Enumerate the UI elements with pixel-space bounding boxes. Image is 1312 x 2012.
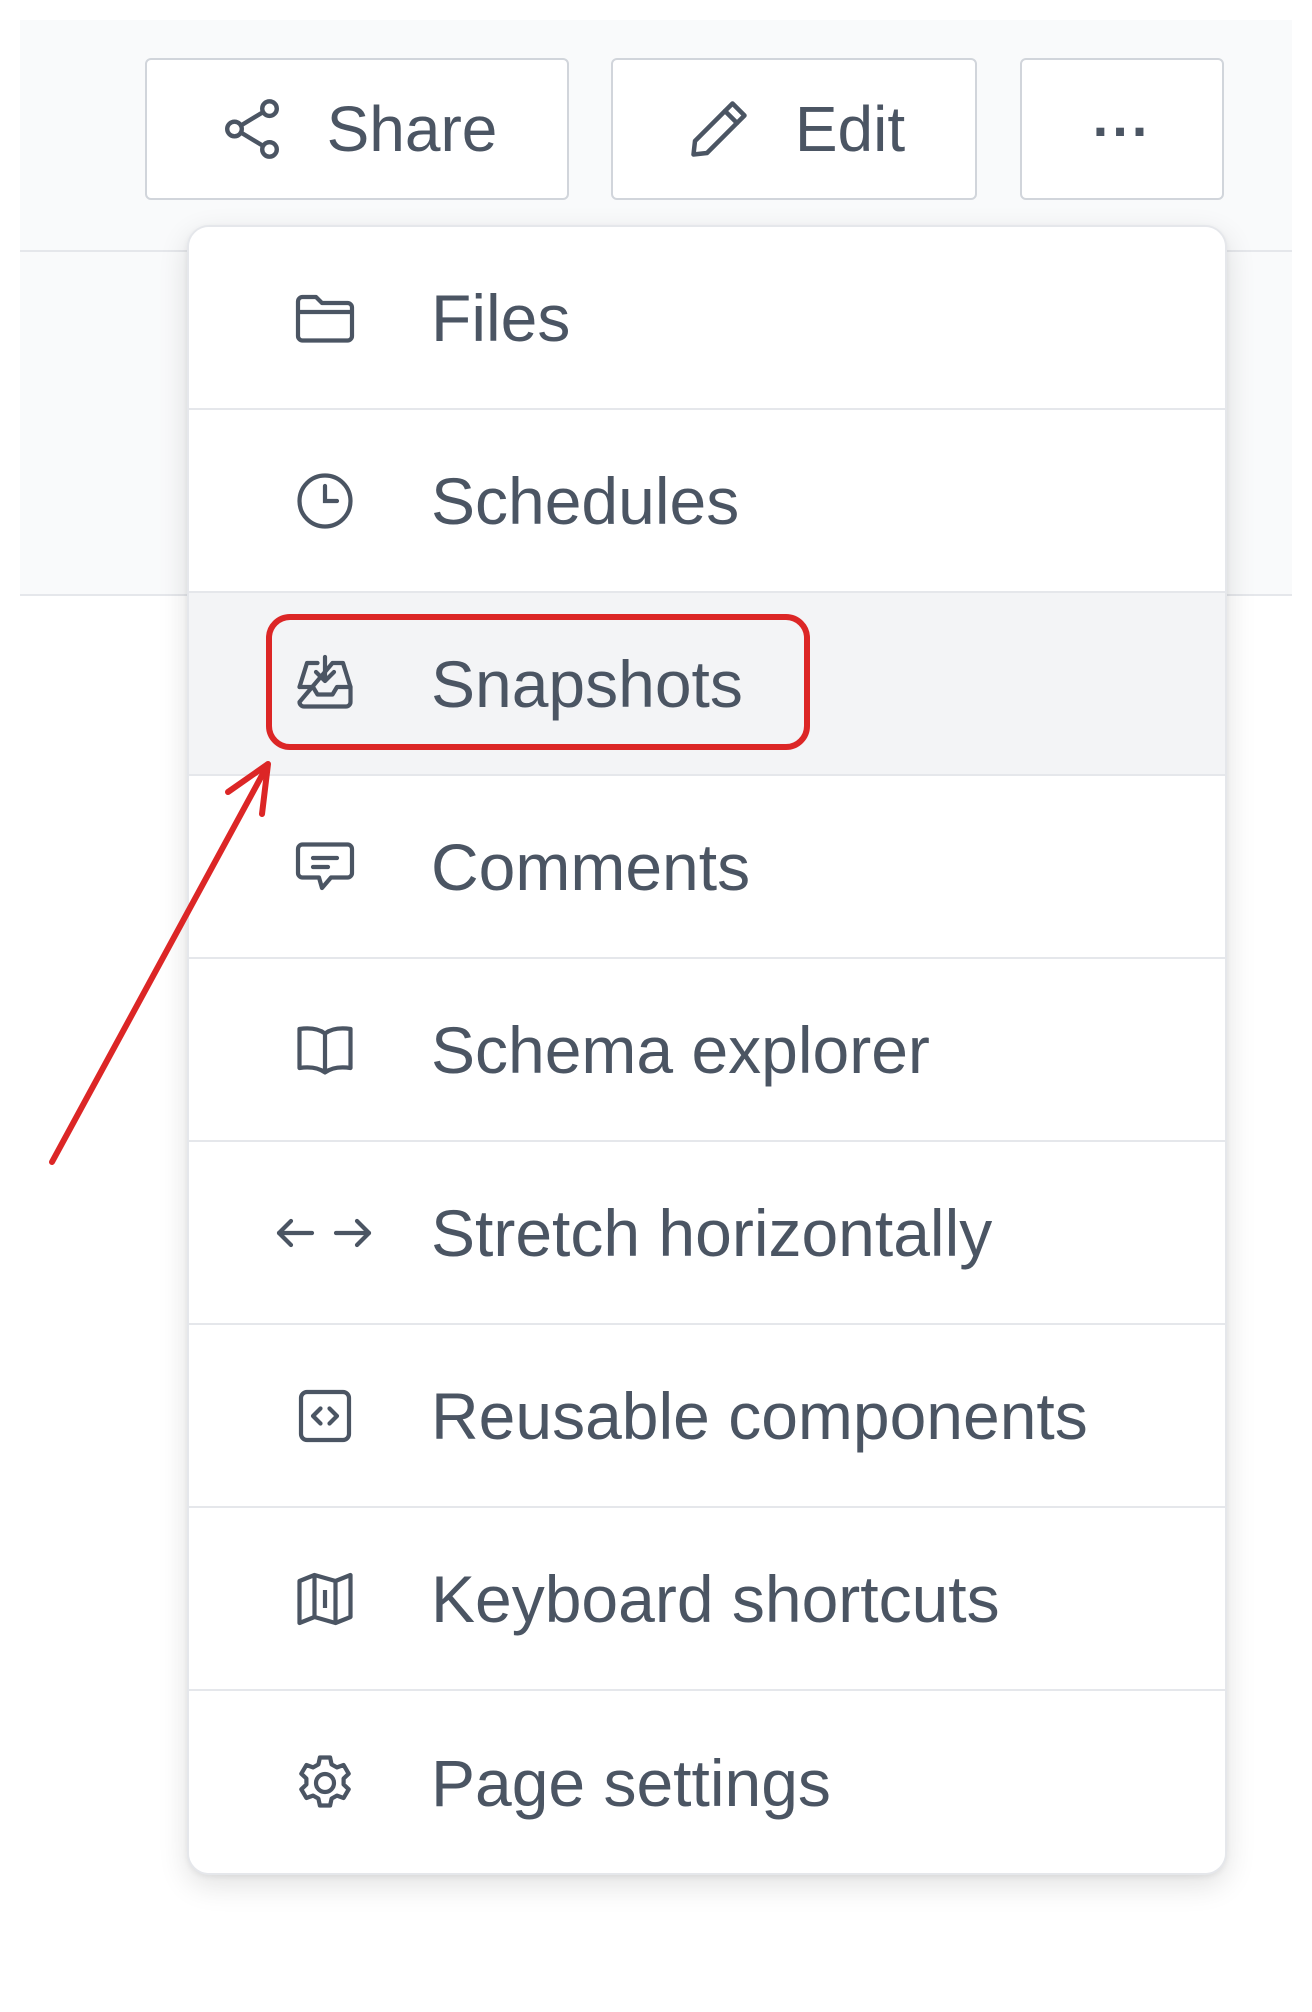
- menu-item-snapshots[interactable]: Snapshots: [189, 593, 1225, 776]
- share-button[interactable]: Share: [145, 58, 569, 200]
- folder-icon: [289, 282, 361, 354]
- menu-item-label: Schema explorer: [431, 1012, 930, 1087]
- page: Share Edit ... Files Schedules Snapshots…: [0, 0, 1312, 2012]
- more-icon: ...: [1092, 85, 1152, 148]
- menu-item-label: Page settings: [431, 1745, 831, 1820]
- menu-item-files[interactable]: Files: [189, 227, 1225, 410]
- comment-icon: [289, 831, 361, 903]
- menu-item-stretch-horizontally[interactable]: Stretch horizontally: [189, 1142, 1225, 1325]
- share-icon: [217, 94, 287, 164]
- menu-item-comments[interactable]: Comments: [189, 776, 1225, 959]
- menu-item-label: Reusable components: [431, 1378, 1088, 1453]
- menu-item-schedules[interactable]: Schedules: [189, 410, 1225, 593]
- share-label: Share: [326, 93, 498, 165]
- menu-item-keyboard-shortcuts[interactable]: Keyboard shortcuts: [189, 1508, 1225, 1691]
- menu-item-label: Snapshots: [431, 646, 743, 721]
- edit-button[interactable]: Edit: [611, 58, 977, 200]
- menu-item-schema-explorer[interactable]: Schema explorer: [189, 959, 1225, 1142]
- menu-item-label: Comments: [431, 829, 751, 904]
- menu-item-reusable-components[interactable]: Reusable components: [189, 1325, 1225, 1508]
- arrows-horizontal-icon: [269, 1197, 379, 1269]
- more-options-button[interactable]: ...: [1020, 58, 1224, 200]
- inbox-download-icon: [289, 648, 361, 720]
- menu-item-label: Schedules: [431, 463, 740, 538]
- book-open-icon: [289, 1014, 361, 1086]
- clock-icon: [289, 465, 361, 537]
- code-square-icon: [289, 1380, 361, 1452]
- pencil-icon: [683, 93, 755, 165]
- menu-item-label: Files: [431, 280, 571, 355]
- menu-item-page-settings[interactable]: Page settings: [189, 1691, 1225, 1873]
- map-icon: [289, 1563, 361, 1635]
- menu-item-label: Stretch horizontally: [431, 1195, 993, 1270]
- more-options-menu: Files Schedules Snapshots Comments Schem…: [187, 225, 1227, 1875]
- gear-icon: [289, 1747, 361, 1819]
- edit-label: Edit: [794, 93, 906, 165]
- menu-item-label: Keyboard shortcuts: [431, 1561, 1000, 1636]
